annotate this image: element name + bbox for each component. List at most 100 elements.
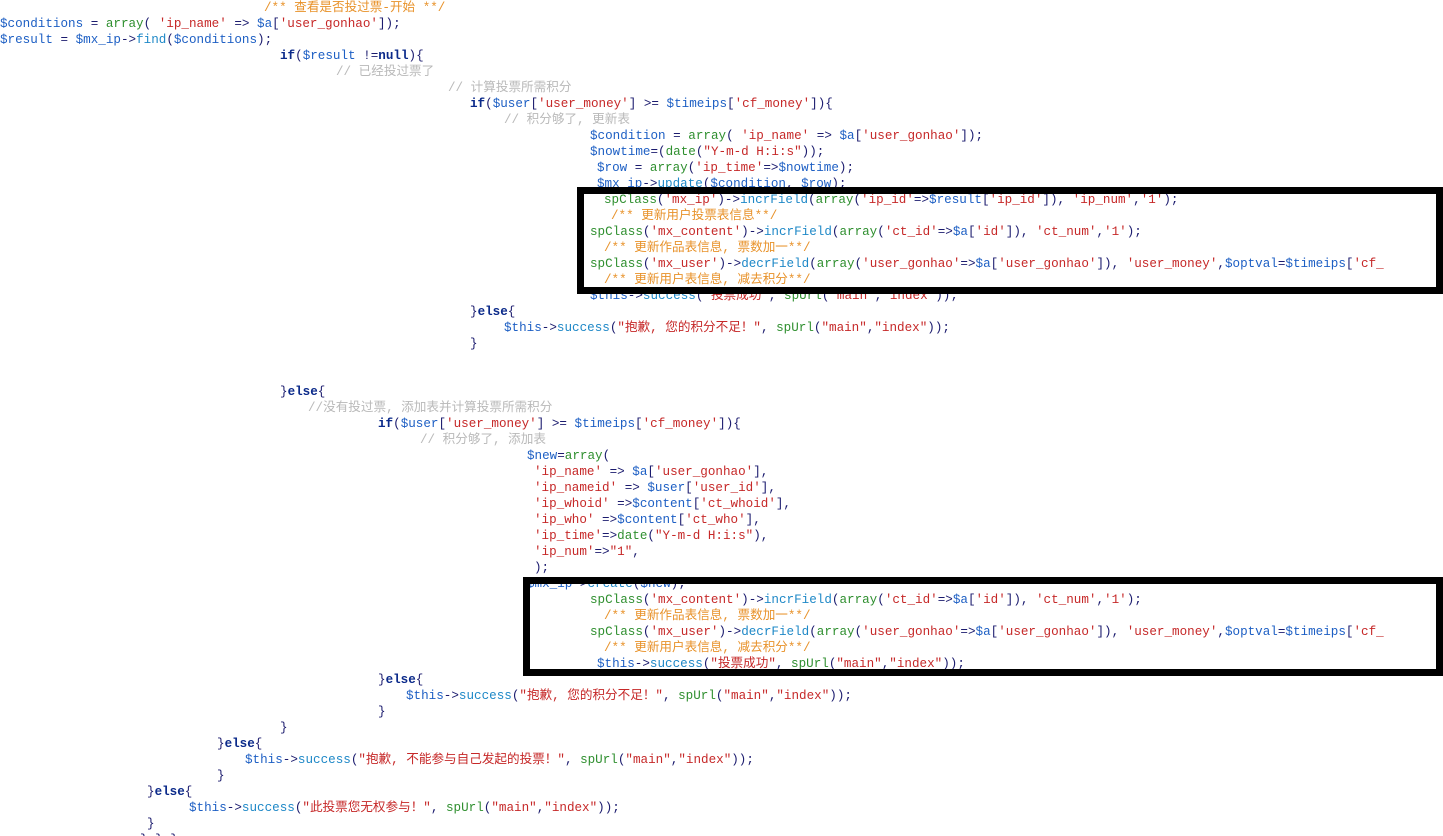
code-token: spClass <box>590 625 643 639</box>
code-token: -> <box>282 753 298 767</box>
code-token: )); <box>927 321 950 335</box>
code-line: // 计算投票所需积分 <box>0 80 571 96</box>
code-token: => <box>602 529 618 543</box>
code-token: } <box>470 337 478 351</box>
code-token: ); <box>534 561 550 575</box>
code-token: [ <box>272 17 280 31</box>
code-token: )); <box>829 689 852 703</box>
code-token: { <box>317 385 326 399</box>
code-token: )-> <box>741 593 764 607</box>
code-line: } <box>0 768 225 784</box>
code-token: "main" <box>829 289 875 303</box>
code-token: success <box>297 753 351 767</box>
code-line: }else{ <box>0 784 192 800</box>
code-token: = <box>627 161 650 175</box>
code-token: ); <box>1126 593 1142 607</box>
code-token: $conditions <box>173 33 258 47</box>
code-line: } <box>0 336 478 352</box>
code-token: 'user_gonhao' <box>654 465 754 479</box>
code-line: 'ip_nameid' => $user['user_id'], <box>0 480 776 496</box>
code-line: spClass('mx_ip')->incrField(array('ip_id… <box>0 192 1179 208</box>
code-token: 'ct_num' <box>1036 225 1097 239</box>
code-token: => <box>937 225 953 239</box>
code-token: // 已经投过票了 <box>336 65 435 79</box>
code-token: 'ip_time' <box>695 161 764 175</box>
code-token: $this <box>406 689 444 703</box>
code-token: => <box>602 465 633 479</box>
code-line: //没有投过票, 添加表并计算投票所需积分 <box>0 400 552 416</box>
code-line: } <box>0 720 288 736</box>
code-token: } <box>217 769 225 783</box>
code-token: )-> <box>717 193 741 207</box>
code-token: ]), <box>1005 593 1036 607</box>
code-token: ( <box>602 449 611 463</box>
code-token: array <box>649 161 688 175</box>
code-token: [ <box>530 97 539 111</box>
code-token: , <box>662 689 679 703</box>
code-token: // 积分够了, 更新表 <box>504 113 630 127</box>
code-token: ); <box>1163 193 1179 207</box>
code-token: find <box>136 33 167 47</box>
code-token: => <box>960 625 976 639</box>
code-token: => <box>937 593 953 607</box>
code-line: spClass('mx_user')->decrField(array('use… <box>0 624 1384 640</box>
code-token: $mx_ip <box>75 33 121 47</box>
code-token: ] >= <box>536 417 575 431</box>
code-token: 'id' <box>975 225 1006 239</box>
code-token: 'ct_who' <box>685 513 746 527</box>
code-token: $content <box>632 497 693 511</box>
code-token: $user <box>492 97 531 111</box>
code-token: "Y-m-d H:i:s" <box>703 145 802 159</box>
code-line: } } } <box>0 832 178 836</box>
code-line: $condition = array( 'ip_name' => $a['use… <box>0 128 983 144</box>
code-token: 'user_money' <box>538 97 629 111</box>
code-token: $new <box>527 449 558 463</box>
code-token: 'ip_nameid' <box>534 481 618 495</box>
code-line: 'ip_who' =>$content['ct_who'], <box>0 512 761 528</box>
code-token: 'ip_num' <box>1072 193 1134 207</box>
code-token: /** 更新用户表信息, 减去积分**/ <box>604 641 811 655</box>
code-token: , <box>760 321 777 335</box>
code-line: $new=array( <box>0 448 610 464</box>
code-token: "抱歉, 不能参与自己发起的投票！" <box>358 753 565 767</box>
code-line: $nowtime=(date("Y-m-d H:i:s")); <box>0 144 824 160</box>
code-token: , <box>1096 225 1105 239</box>
code-line: $row = array('ip_time'=>$nowtime); <box>0 160 854 176</box>
code-token: "index" <box>678 753 732 767</box>
code-token: $mx_ip <box>527 577 573 591</box>
code-token: $timeips <box>666 97 728 111</box>
code-token: 'mx_ip' <box>664 193 718 207</box>
code-token: )-> <box>718 625 742 639</box>
code-token: 'mx_user' <box>650 625 719 639</box>
code-token: => <box>763 161 779 175</box>
code-token: create <box>587 577 633 591</box>
code-token: , <box>775 657 792 671</box>
code-token: $timeips <box>574 417 636 431</box>
code-token: ( <box>877 593 885 607</box>
code-token: array <box>816 625 855 639</box>
code-token: [ <box>967 225 976 239</box>
code-token: 'ip_time' <box>534 529 603 543</box>
code-token: decrField <box>741 257 810 271</box>
code-token: 'user_gonhao' <box>862 257 961 271</box>
code-token: // 积分够了, 添加表 <box>420 433 546 447</box>
code-token: ( <box>166 33 174 47</box>
code-token: -> <box>226 801 242 815</box>
code-token: $this <box>189 801 227 815</box>
code-token: = <box>557 449 565 463</box>
code-token: $a <box>975 257 991 271</box>
code-token: $result <box>0 33 53 47</box>
code-token: $conditions <box>0 17 84 31</box>
code-token: $user <box>647 481 686 495</box>
code-token: -> <box>541 321 557 335</box>
code-line: /** 更新作品表信息, 票数加一**/ <box>0 240 811 256</box>
code-token: "index" <box>874 321 928 335</box>
code-token: date <box>665 145 696 159</box>
code-line: // 已经投过票了 <box>0 64 434 80</box>
code-token: $condition <box>710 177 786 191</box>
code-token: 'ct_id' <box>884 593 938 607</box>
code-line: $this->success("抱歉, 不能参与自己发起的投票！", spUrl… <box>0 752 754 768</box>
code-line: $mx_ip->create($new); <box>0 576 686 592</box>
code-token: )-> <box>741 225 764 239</box>
code-token: ], <box>760 481 776 495</box>
